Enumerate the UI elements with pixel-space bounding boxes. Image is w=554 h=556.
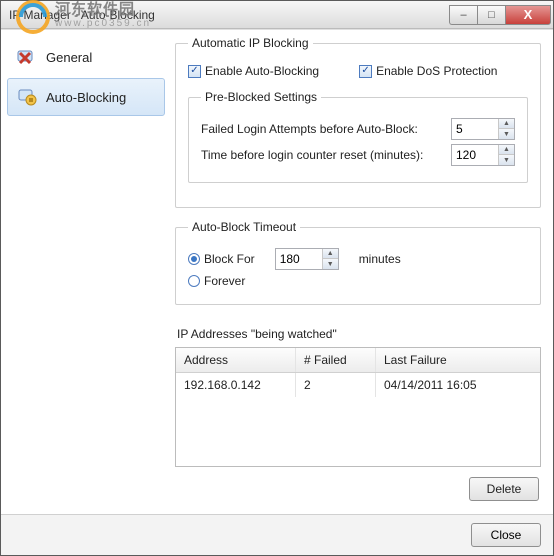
radio-icon	[188, 253, 200, 265]
reset-time-label: Time before login counter reset (minutes…	[201, 148, 423, 162]
auto-block-timeout-group: Auto-Block Timeout Block For ▲▼ minutes	[175, 220, 541, 305]
window-buttons: – □ X	[449, 5, 551, 25]
cell-last-failure: 04/14/2011 16:05	[376, 373, 540, 397]
col-failed[interactable]: # Failed	[296, 348, 376, 372]
watched-label: IP Addresses "being watched"	[177, 327, 541, 341]
spinner-up-icon[interactable]: ▲	[499, 145, 514, 155]
spinner-down-icon[interactable]: ▼	[323, 259, 338, 269]
close-button[interactable]: Close	[471, 523, 541, 547]
check-icon: ✓	[188, 65, 201, 78]
forever-radio[interactable]: Forever	[188, 274, 245, 288]
sidebar: General Auto-Blocking	[1, 30, 171, 514]
radio-label: Block For	[204, 252, 255, 266]
spinner-up-icon[interactable]: ▲	[499, 119, 514, 129]
sidebar-item-label: Auto-Blocking	[46, 90, 126, 105]
content: Automatic IP Blocking ✓ Enable Auto-Bloc…	[171, 30, 553, 514]
auto-blocking-icon	[16, 86, 38, 108]
col-last-failure[interactable]: Last Failure	[376, 348, 540, 372]
group-legend: Automatic IP Blocking	[188, 36, 313, 50]
radio-label: Forever	[204, 274, 245, 288]
footer: Close	[1, 514, 553, 555]
sidebar-item-label: General	[46, 50, 92, 65]
block-for-radio[interactable]: Block For	[188, 252, 255, 266]
body: General Auto-Blocking Automatic IP Block…	[1, 29, 553, 514]
sidebar-item-auto-blocking[interactable]: Auto-Blocking	[7, 78, 165, 116]
checkbox-label: Enable Auto-Blocking	[205, 64, 319, 78]
spinner-down-icon[interactable]: ▼	[499, 129, 514, 139]
enable-auto-blocking-checkbox[interactable]: ✓ Enable Auto-Blocking	[188, 64, 319, 78]
cell-failed: 2	[296, 373, 376, 397]
window-title: IP Manager - Auto-Blocking	[1, 8, 449, 22]
reset-time-spinner[interactable]: ▲▼	[451, 144, 515, 166]
delete-button[interactable]: Delete	[469, 477, 539, 501]
pre-blocked-settings-group: Pre-Blocked Settings Failed Login Attemp…	[188, 90, 528, 183]
automatic-blocking-group: Automatic IP Blocking ✓ Enable Auto-Bloc…	[175, 36, 541, 208]
close-window-button[interactable]: X	[505, 5, 551, 25]
cell-address: 192.168.0.142	[176, 373, 296, 397]
block-for-input[interactable]	[276, 252, 322, 266]
spinner-up-icon[interactable]: ▲	[323, 249, 338, 259]
failed-attempts-spinner[interactable]: ▲▼	[451, 118, 515, 140]
watched-table: Address # Failed Last Failure 192.168.0.…	[175, 347, 541, 467]
col-address[interactable]: Address	[176, 348, 296, 372]
failed-attempts-input[interactable]	[452, 122, 498, 136]
block-for-spinner[interactable]: ▲▼	[275, 248, 339, 270]
minutes-label: minutes	[359, 252, 401, 266]
group-legend: Auto-Block Timeout	[188, 220, 300, 234]
radio-icon	[188, 275, 200, 287]
table-header: Address # Failed Last Failure	[176, 348, 540, 373]
group-legend: Pre-Blocked Settings	[201, 90, 321, 104]
window: IP Manager - Auto-Blocking 河东软件园 www.pc0…	[0, 0, 554, 556]
sidebar-item-general[interactable]: General	[7, 38, 165, 76]
general-icon	[16, 46, 38, 68]
reset-time-input[interactable]	[452, 148, 498, 162]
failed-attempts-label: Failed Login Attempts before Auto-Block:	[201, 122, 418, 136]
spinner-down-icon[interactable]: ▼	[499, 155, 514, 165]
minimize-button[interactable]: –	[449, 5, 477, 25]
check-icon: ✓	[359, 65, 372, 78]
checkbox-label: Enable DoS Protection	[376, 64, 497, 78]
enable-dos-protection-checkbox[interactable]: ✓ Enable DoS Protection	[359, 64, 497, 78]
titlebar[interactable]: IP Manager - Auto-Blocking 河东软件园 www.pc0…	[1, 1, 553, 29]
table-row[interactable]: 192.168.0.142 2 04/14/2011 16:05	[176, 373, 540, 397]
maximize-button[interactable]: □	[477, 5, 505, 25]
